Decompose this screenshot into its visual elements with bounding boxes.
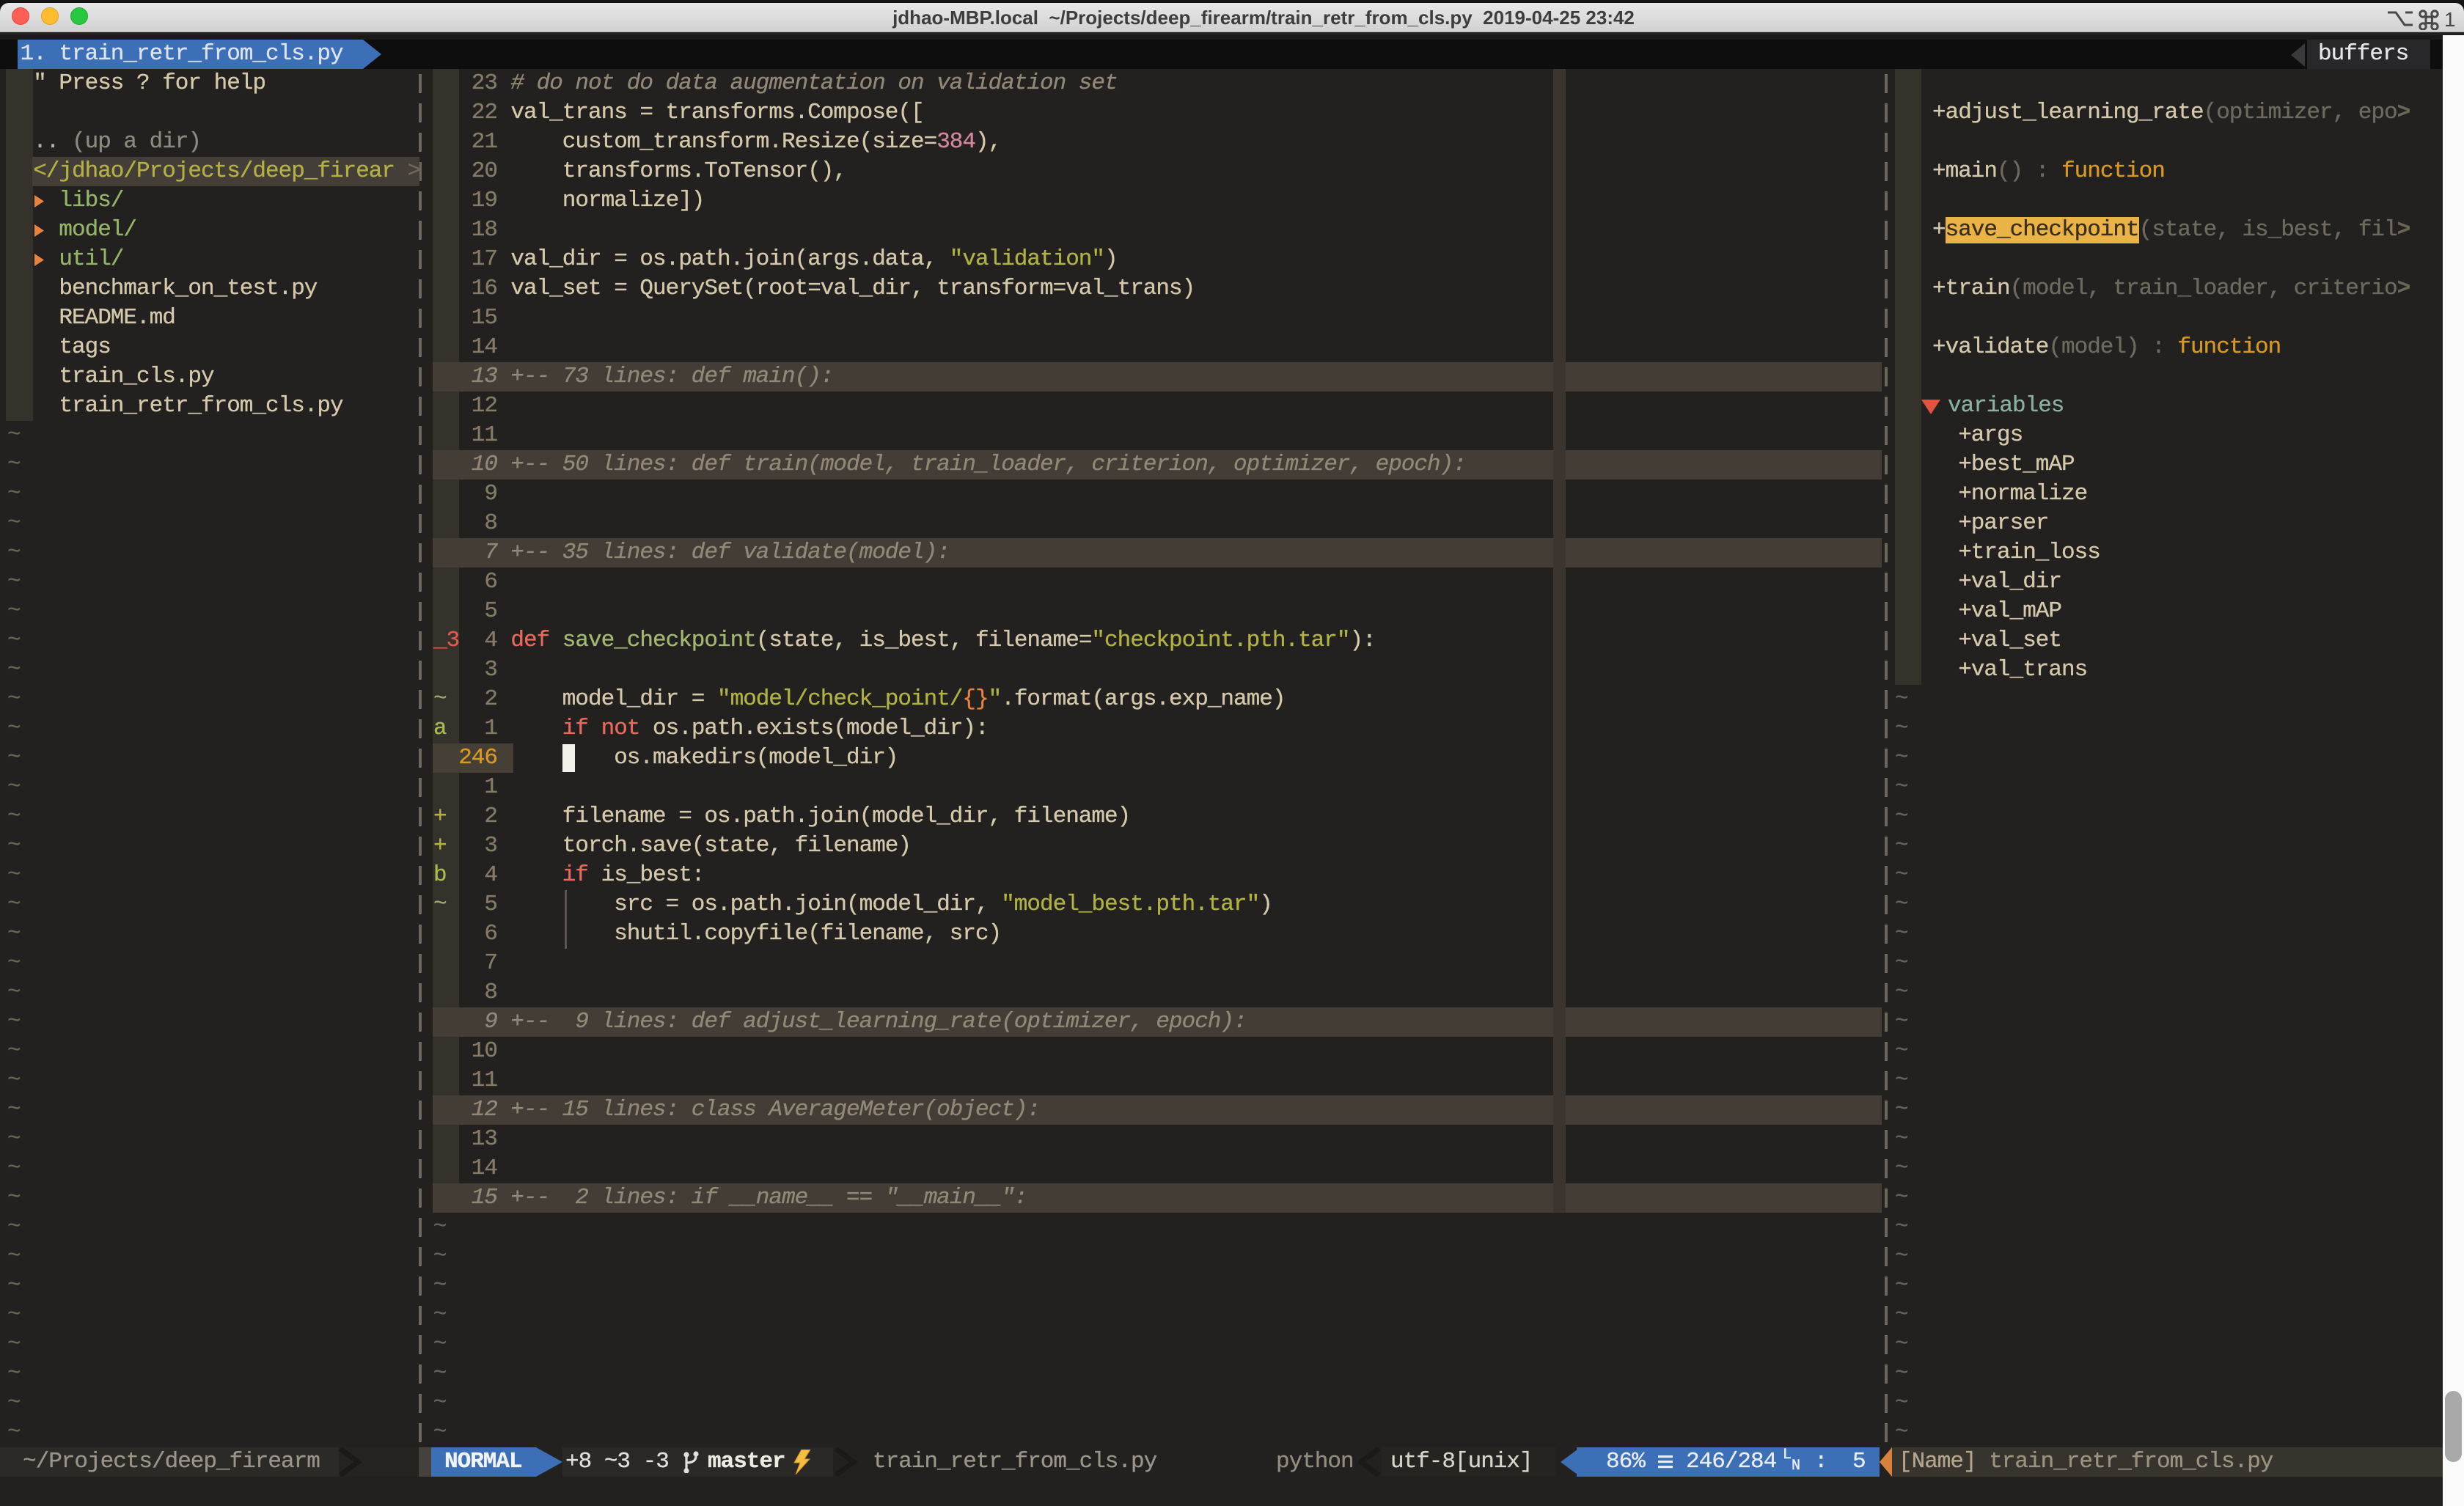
svg-text:1: 1 — [2444, 8, 2456, 30]
